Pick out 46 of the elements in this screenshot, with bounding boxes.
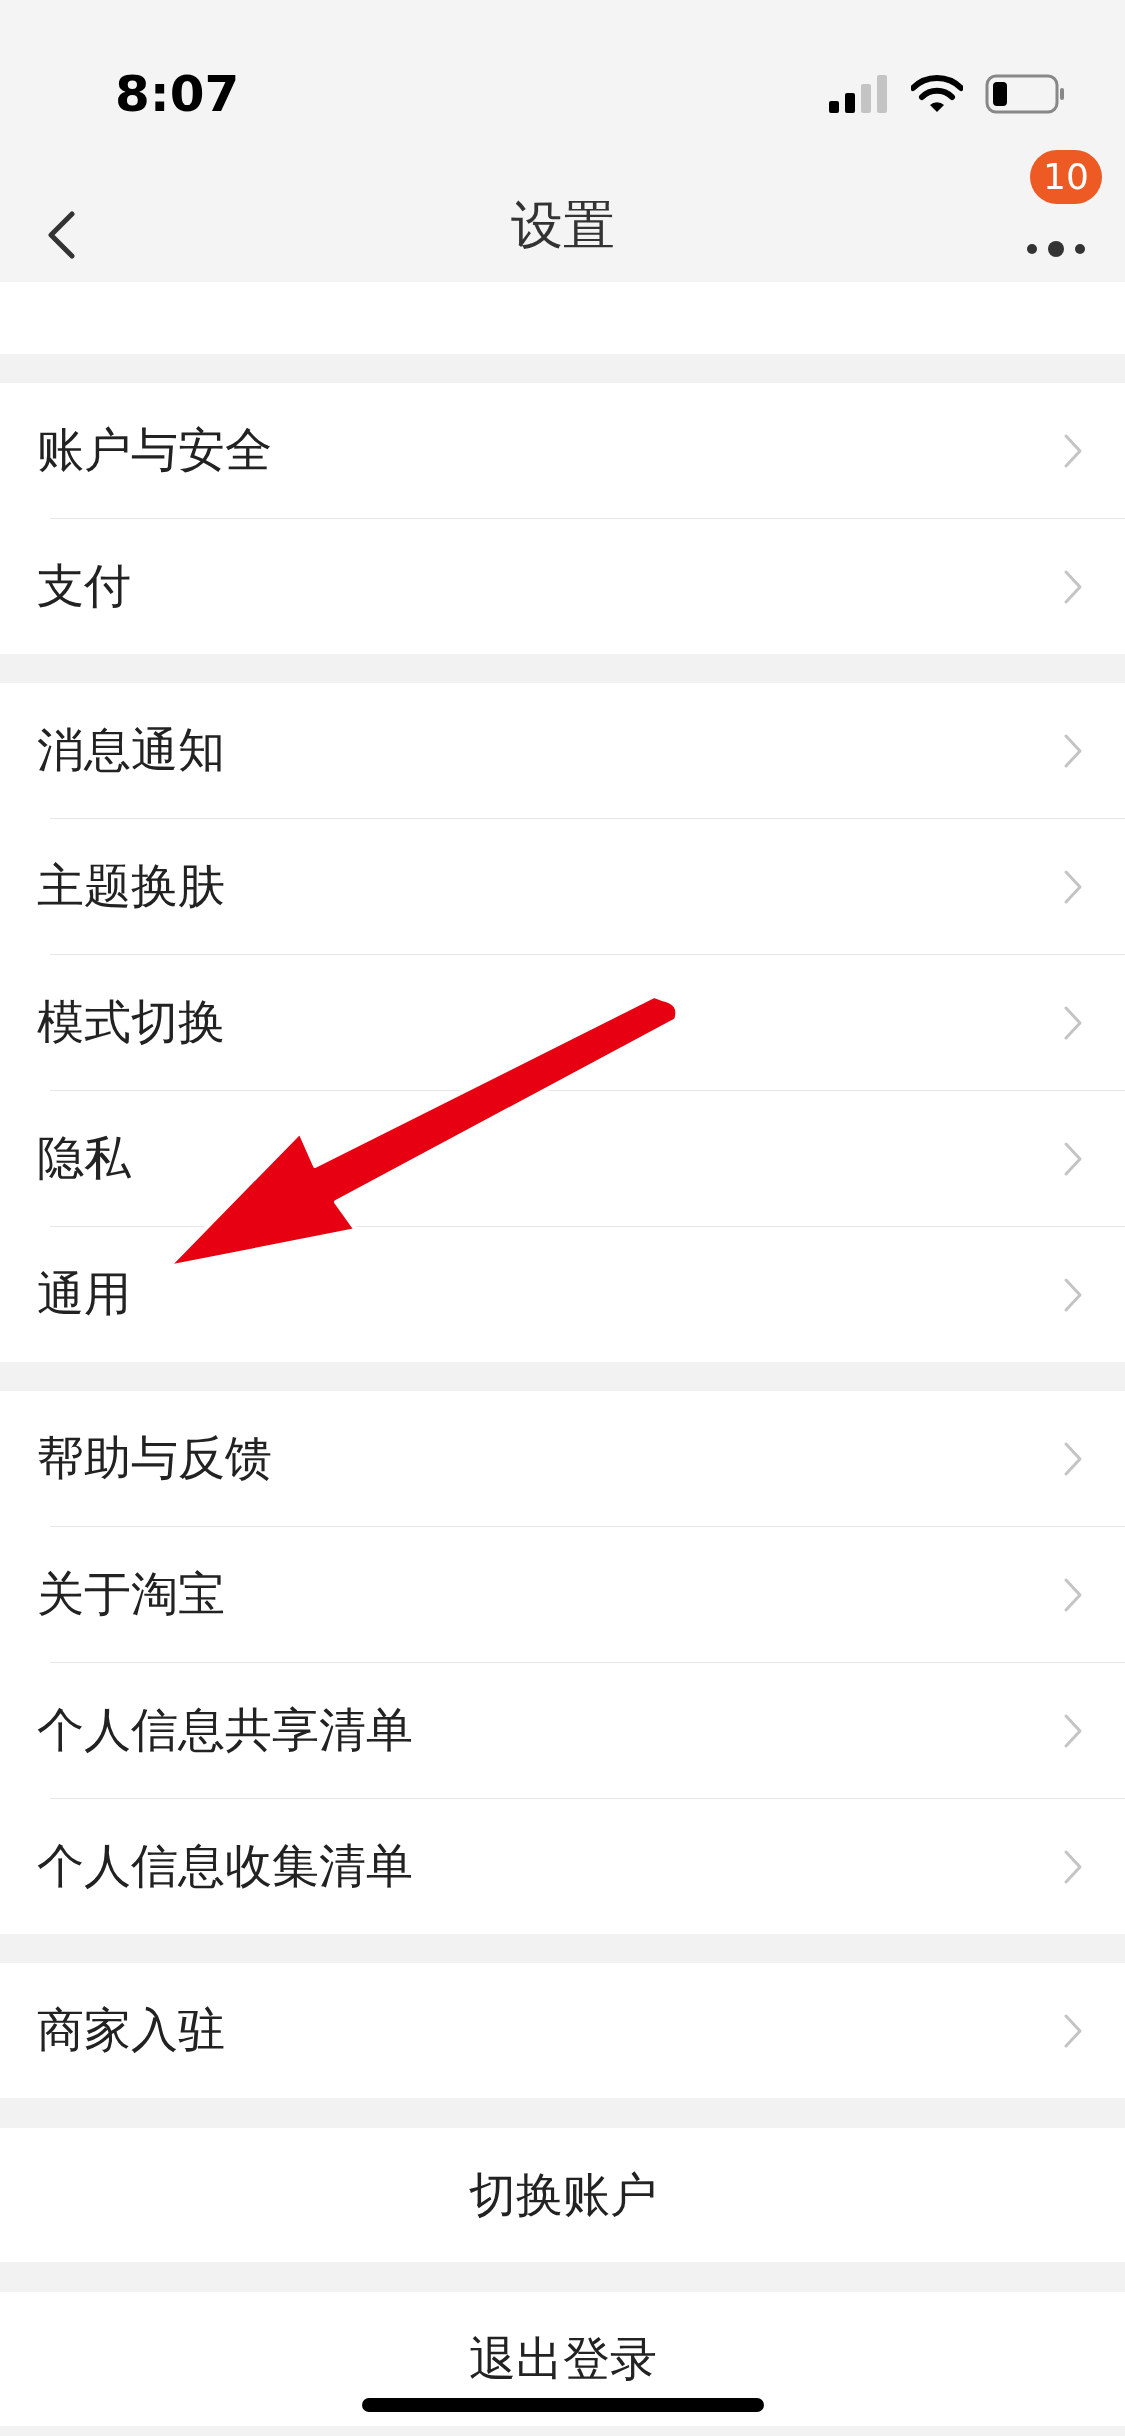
row-label: 主题换肤: [37, 857, 225, 916]
chevron-icon: [1063, 1576, 1083, 1613]
row-label: 商家入驻: [37, 2001, 225, 2060]
row-label: 个人信息收集清单: [37, 1837, 413, 1896]
chevron-icon: [1063, 1440, 1083, 1477]
settings-row[interactable]: 隐私: [0, 1091, 1125, 1226]
row-label: 隐私: [37, 1129, 131, 1188]
row-label: 模式切换: [37, 993, 225, 1052]
chevron-icon: [1063, 1140, 1083, 1177]
chevron-icon: [1063, 432, 1083, 469]
settings-row[interactable]: 帮助与反馈: [0, 1391, 1125, 1526]
row-label: 个人信息共享清单: [37, 1701, 413, 1760]
back-icon[interactable]: [46, 210, 76, 260]
row-label: 帮助与反馈: [37, 1429, 272, 1488]
row-label: 通用: [37, 1265, 131, 1324]
row-label: 关于淘宝: [37, 1565, 225, 1624]
chevron-icon: [1063, 1848, 1083, 1885]
page-title: 设置: [510, 194, 615, 257]
chevron-icon: [1063, 2012, 1083, 2049]
row-label: 账户与安全: [37, 421, 272, 480]
chevron-icon: [1063, 1276, 1083, 1313]
more-icon[interactable]: [1026, 240, 1086, 258]
chevron-icon: [1063, 868, 1083, 905]
settings-row[interactable]: 主题换肤: [0, 819, 1125, 954]
settings-row[interactable]: 模式切换: [0, 955, 1125, 1090]
settings-row[interactable]: 通用: [0, 1227, 1125, 1362]
settings-row[interactable]: 账户与安全: [0, 383, 1125, 518]
chevron-icon: [1063, 732, 1083, 769]
settings-row[interactable]: 关于淘宝: [0, 1527, 1125, 1662]
settings-row[interactable]: 个人信息收集清单: [0, 1799, 1125, 1934]
settings-row[interactable]: 商家入驻: [0, 1963, 1125, 2098]
chevron-icon: [1063, 568, 1083, 605]
action-button[interactable]: 切换账户: [0, 2128, 1125, 2262]
row-label: 支付: [37, 557, 131, 616]
battery-icon: [985, 74, 1065, 114]
settings-row[interactable]: 支付: [0, 519, 1125, 654]
notification-badge: 10: [1030, 150, 1102, 204]
chevron-icon: [1063, 1004, 1083, 1041]
action-button[interactable]: 退出登录: [0, 2292, 1125, 2426]
settings-row[interactable]: 消息通知: [0, 683, 1125, 818]
row-label: 消息通知: [37, 721, 225, 780]
chevron-icon: [1063, 1712, 1083, 1749]
settings-row[interactable]: 个人信息共享清单: [0, 1663, 1125, 1798]
signal-icon: [829, 75, 889, 113]
wifi-icon: [911, 75, 963, 113]
status-time: 8:07: [115, 63, 240, 125]
